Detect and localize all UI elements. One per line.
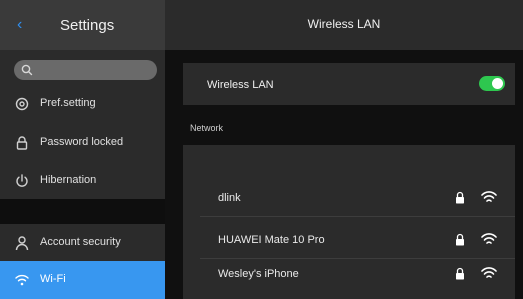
- network-row-wesleys-iphone[interactable]: Wesley's iPhone: [200, 256, 515, 292]
- sidebar-item-label: Wi-Fi: [40, 273, 66, 285]
- sidebar-item-pref-setting[interactable]: Pref.setting: [0, 85, 165, 123]
- lock-icon: [456, 233, 464, 246]
- search-input[interactable]: [14, 60, 157, 80]
- network-section-label: Network: [190, 123, 224, 133]
- sidebar-divider: [0, 199, 165, 224]
- sidebar-item-wifi[interactable]: Wi-Fi: [0, 261, 165, 299]
- sidebar-item-password-locked[interactable]: Password locked: [0, 124, 165, 162]
- sidebar-item-hibernation[interactable]: Hibernation: [0, 162, 165, 200]
- network-name: dlink: [218, 192, 241, 204]
- sidebar: ‹ Settings Pref.setting Password locked …: [0, 0, 165, 299]
- person-icon: [15, 236, 29, 251]
- wireless-lan-row: Wireless LAN: [183, 63, 515, 105]
- wireless-lan-toggle[interactable]: [479, 76, 505, 91]
- main-header: Wireless LAN: [165, 0, 523, 50]
- network-name: HUAWEI Mate 10 Pro: [218, 234, 325, 246]
- network-row-dlink[interactable]: dlink: [200, 180, 515, 217]
- sidebar-title: Settings: [60, 17, 115, 34]
- wifi-signal-icon: [481, 267, 497, 278]
- sidebar-item-label: Account security: [40, 236, 121, 248]
- toggle-knob: [492, 78, 503, 89]
- sidebar-item-label: Hibernation: [40, 174, 97, 186]
- lock-icon: [456, 191, 464, 204]
- lock-icon: [456, 267, 464, 280]
- wifi-signal-icon: [481, 233, 497, 244]
- wireless-lan-label: Wireless LAN: [207, 79, 274, 91]
- page-title: Wireless LAN: [307, 17, 381, 31]
- power-icon: [16, 174, 28, 187]
- network-row-huawei-mate-10-pro[interactable]: HUAWEI Mate 10 Pro: [200, 222, 515, 259]
- sidebar-item-label: Pref.setting: [40, 97, 96, 109]
- sidebar-item-account-security[interactable]: Account security: [0, 224, 165, 262]
- sidebar-item-label: Password locked: [40, 136, 124, 148]
- wifi-icon: [15, 274, 29, 286]
- back-button[interactable]: ‹: [17, 16, 22, 34]
- search-icon: [21, 64, 33, 76]
- network-name: Wesley's iPhone: [218, 268, 299, 280]
- wifi-signal-icon: [481, 191, 497, 202]
- gear-icon: [15, 97, 29, 111]
- lock-icon: [16, 136, 28, 150]
- sidebar-header: ‹ Settings: [0, 0, 165, 50]
